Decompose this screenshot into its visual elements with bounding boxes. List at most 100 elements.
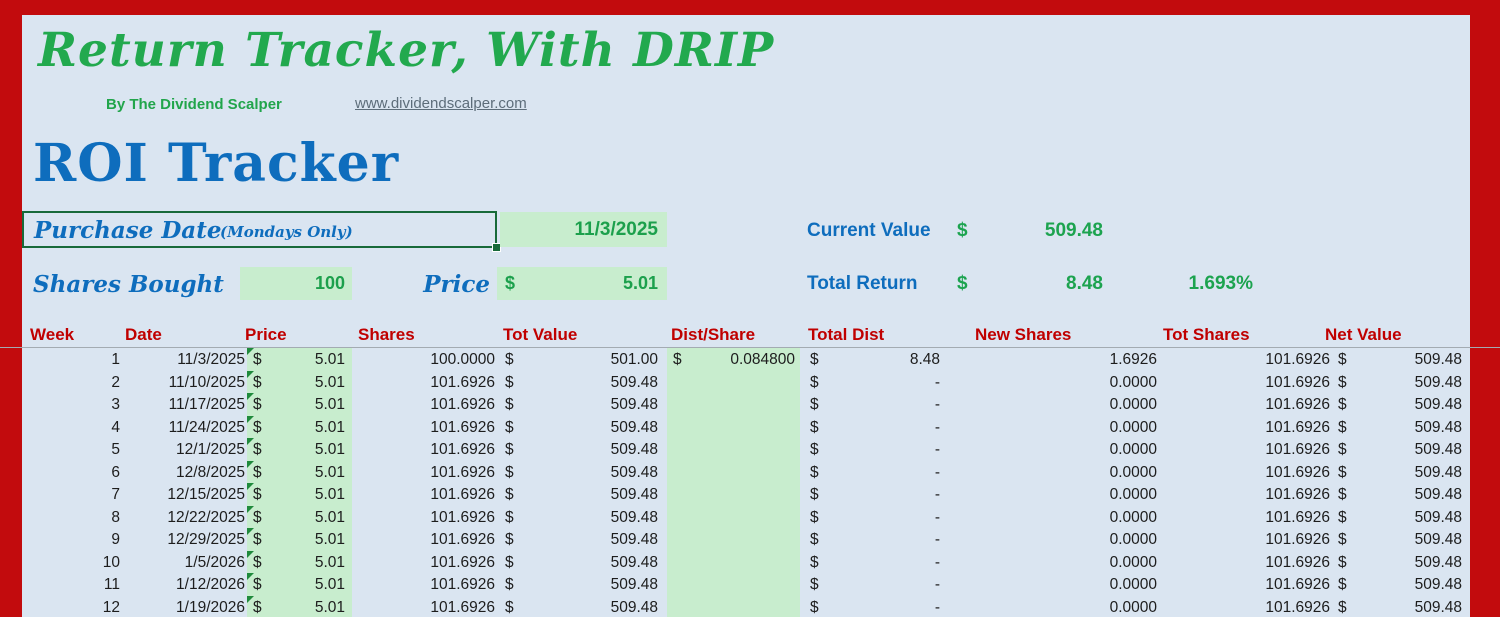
cell-net-value[interactable]: $ 509.48 bbox=[1333, 573, 1470, 596]
cell-tot-value[interactable]: $ 509.48 bbox=[497, 551, 667, 574]
cell-week[interactable]: 11 bbox=[22, 573, 125, 596]
cell-total-dist[interactable]: $ - bbox=[800, 596, 945, 619]
cell-dist-share[interactable]: $ bbox=[667, 528, 800, 551]
cell-week[interactable]: 2 bbox=[22, 371, 125, 394]
cell-shares[interactable]: 101.6926 bbox=[352, 528, 497, 551]
cell-tot-value[interactable]: $ 509.48 bbox=[497, 596, 667, 619]
cell-price[interactable]: $ 5.01 bbox=[247, 415, 352, 439]
cell-net-value[interactable]: $ 509.48 bbox=[1333, 371, 1470, 394]
cell-price[interactable]: $ 5.01 bbox=[247, 483, 352, 506]
cell-new-shares[interactable]: 0.0000 bbox=[945, 528, 1163, 551]
cell-new-shares[interactable]: 0.0000 bbox=[945, 461, 1163, 484]
cell-shares[interactable]: 101.6926 bbox=[352, 461, 497, 484]
cell-new-shares[interactable]: 0.0000 bbox=[945, 371, 1163, 394]
cell-date[interactable]: 11/24/2025 bbox=[125, 416, 247, 439]
cell-dist-share[interactable]: $ bbox=[667, 505, 800, 529]
cell-new-shares[interactable]: 0.0000 bbox=[945, 506, 1163, 529]
cell-price[interactable]: $ 5.01 bbox=[247, 348, 352, 371]
cell-tot-shares[interactable]: 101.6926 bbox=[1163, 461, 1333, 484]
cell-net-value[interactable]: $ 509.48 bbox=[1333, 348, 1470, 371]
cell-week[interactable]: 8 bbox=[22, 506, 125, 529]
cell-dist-share[interactable]: $ bbox=[667, 550, 800, 574]
cell-date[interactable]: 11/10/2025 bbox=[125, 371, 247, 394]
cell-tot-shares[interactable]: 101.6926 bbox=[1163, 438, 1333, 461]
cell-net-value[interactable]: $ 509.48 bbox=[1333, 483, 1470, 506]
cell-net-value[interactable]: $ 509.48 bbox=[1333, 393, 1470, 416]
cell-tot-value[interactable]: $ 509.48 bbox=[497, 506, 667, 529]
cell-week[interactable]: 5 bbox=[22, 438, 125, 461]
cell-shares[interactable]: 101.6926 bbox=[352, 596, 497, 619]
cell-shares[interactable]: 101.6926 bbox=[352, 483, 497, 506]
cell-tot-value[interactable]: $ 509.48 bbox=[497, 528, 667, 551]
cell-shares[interactable]: 101.6926 bbox=[352, 393, 497, 416]
cell-date[interactable]: 12/29/2025 bbox=[125, 528, 247, 551]
cell-shares[interactable]: 101.6926 bbox=[352, 506, 497, 529]
cell-total-dist[interactable]: $ - bbox=[800, 573, 945, 596]
cell-total-dist[interactable]: $ 8.48 bbox=[800, 348, 945, 371]
cell-net-value[interactable]: $ 509.48 bbox=[1333, 416, 1470, 439]
cell-net-value[interactable]: $ 509.48 bbox=[1333, 438, 1470, 461]
cell-total-dist[interactable]: $ - bbox=[800, 371, 945, 394]
cell-new-shares[interactable]: 0.0000 bbox=[945, 573, 1163, 596]
cell-net-value[interactable]: $ 509.48 bbox=[1333, 528, 1470, 551]
cell-tot-value[interactable]: $ 509.48 bbox=[497, 438, 667, 461]
cell-date[interactable]: 12/15/2025 bbox=[125, 483, 247, 506]
cell-new-shares[interactable]: 0.0000 bbox=[945, 393, 1163, 416]
cell-new-shares[interactable]: 1.6926 bbox=[945, 348, 1163, 371]
cell-new-shares[interactable]: 0.0000 bbox=[945, 483, 1163, 506]
cell-date[interactable]: 12/8/2025 bbox=[125, 461, 247, 484]
cell-week[interactable]: 12 bbox=[22, 596, 125, 619]
cell-price[interactable]: $ 5.01 bbox=[247, 438, 352, 461]
cell-tot-shares[interactable]: 101.6926 bbox=[1163, 506, 1333, 529]
cell-date[interactable]: 1/19/2026 bbox=[125, 596, 247, 619]
cell-price[interactable]: $ 5.01 bbox=[247, 595, 352, 619]
cell-date[interactable]: 12/22/2025 bbox=[125, 506, 247, 529]
cell-shares[interactable]: 100.0000 bbox=[352, 348, 497, 371]
cell-week[interactable]: 6 bbox=[22, 461, 125, 484]
cell-total-dist[interactable]: $ - bbox=[800, 461, 945, 484]
cell-price[interactable]: $ 5.01 bbox=[247, 460, 352, 484]
cell-week[interactable]: 1 bbox=[22, 348, 125, 371]
cell-tot-value[interactable]: $ 509.48 bbox=[497, 416, 667, 439]
cell-tot-value[interactable]: $ 509.48 bbox=[497, 371, 667, 394]
cell-tot-shares[interactable]: 101.6926 bbox=[1163, 348, 1333, 371]
cell-week[interactable]: 4 bbox=[22, 416, 125, 439]
cell-tot-value[interactable]: $ 509.48 bbox=[497, 461, 667, 484]
cell-net-value[interactable]: $ 509.48 bbox=[1333, 596, 1470, 619]
cell-total-dist[interactable]: $ - bbox=[800, 438, 945, 461]
cell-tot-value[interactable]: $ 509.48 bbox=[497, 573, 667, 596]
cell-week[interactable]: 9 bbox=[22, 528, 125, 551]
cell-price[interactable]: $ 5.01 bbox=[247, 573, 352, 596]
cell-tot-shares[interactable]: 101.6926 bbox=[1163, 551, 1333, 574]
cell-dist-share[interactable]: $ bbox=[667, 483, 800, 506]
cell-total-dist[interactable]: $ - bbox=[800, 393, 945, 416]
cell-dist-share[interactable]: $ bbox=[667, 460, 800, 484]
cell-price[interactable]: $ 5.01 bbox=[247, 550, 352, 574]
cell-tot-shares[interactable]: 101.6926 bbox=[1163, 528, 1333, 551]
cell-dist-share[interactable]: $ bbox=[667, 393, 800, 416]
cell-date[interactable]: 1/5/2026 bbox=[125, 551, 247, 574]
cell-shares[interactable]: 101.6926 bbox=[352, 371, 497, 394]
cell-total-dist[interactable]: $ - bbox=[800, 416, 945, 439]
cell-tot-shares[interactable]: 101.6926 bbox=[1163, 483, 1333, 506]
cell-tot-shares[interactable]: 101.6926 bbox=[1163, 371, 1333, 394]
cell-price[interactable]: $ 5.01 bbox=[247, 370, 352, 394]
cell-tot-shares[interactable]: 101.6926 bbox=[1163, 596, 1333, 619]
cell-tot-value[interactable]: $ 509.48 bbox=[497, 483, 667, 506]
cell-week[interactable]: 3 bbox=[22, 393, 125, 416]
cell-date[interactable]: 11/17/2025 bbox=[125, 393, 247, 416]
cell-price[interactable]: $ 5.01 bbox=[247, 528, 352, 551]
cell-week[interactable]: 10 bbox=[22, 551, 125, 574]
cell-dist-share[interactable]: $ bbox=[667, 370, 800, 394]
cell-tot-value[interactable]: $ 509.48 bbox=[497, 393, 667, 416]
cell-net-value[interactable]: $ 509.48 bbox=[1333, 506, 1470, 529]
cell-dist-share[interactable]: $ bbox=[667, 595, 800, 619]
cell-week[interactable]: 7 bbox=[22, 483, 125, 506]
cell-new-shares[interactable]: 0.0000 bbox=[945, 596, 1163, 619]
cell-tot-shares[interactable]: 101.6926 bbox=[1163, 393, 1333, 416]
cell-dist-share[interactable]: $ bbox=[667, 438, 800, 461]
cell-price[interactable]: $ 5.01 bbox=[247, 505, 352, 529]
cell-new-shares[interactable]: 0.0000 bbox=[945, 438, 1163, 461]
cell-total-dist[interactable]: $ - bbox=[800, 506, 945, 529]
cell-net-value[interactable]: $ 509.48 bbox=[1333, 461, 1470, 484]
